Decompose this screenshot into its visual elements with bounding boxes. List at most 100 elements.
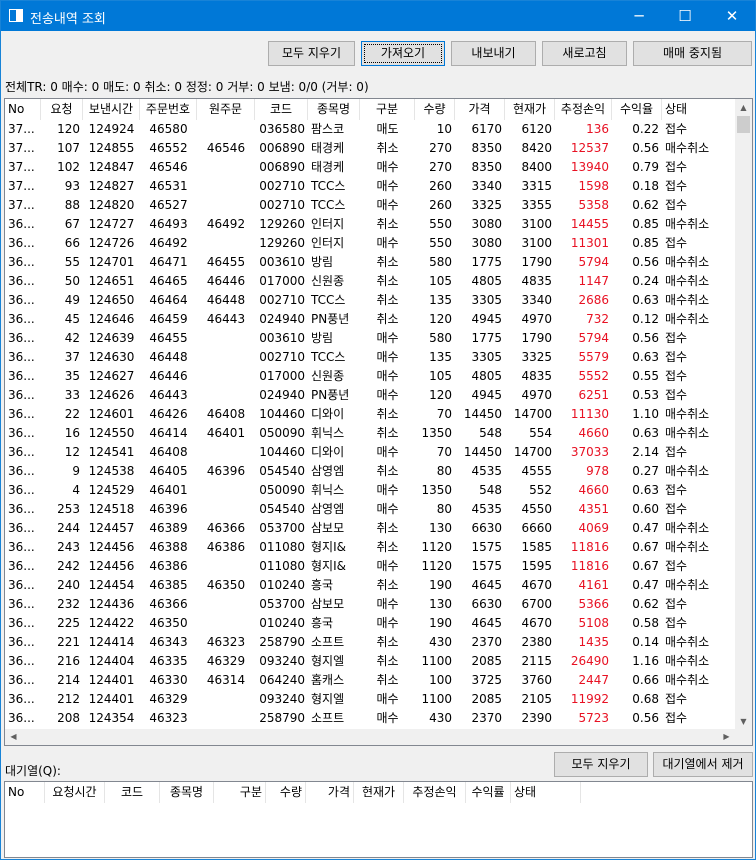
cell-request: 216 [57,654,80,668]
cell-status: 접수 [665,445,688,459]
col-header-sent-time[interactable]: 보낸시간 [83,99,140,120]
cell-status: 매수취소 [665,312,710,326]
cell-current-price: 3355 [521,198,552,212]
cell-qty: 105 [429,369,452,383]
cell-return-rate: 0.63 [632,293,659,307]
refresh-button[interactable]: 새로고침 [542,41,627,66]
clear-all-button[interactable]: 모두 지우기 [268,41,355,66]
queue-col-header-current-price[interactable]: 현재가 [354,782,404,803]
cell-no: 37... [8,141,35,155]
cell-no: 36... [8,540,35,554]
cell-request: 242 [57,559,80,573]
cell-return-rate: 1.16 [632,654,659,668]
cell-current-price: 8420 [521,141,552,155]
cell-price: 1775 [471,255,502,269]
cell-current-price: 1595 [521,559,552,573]
queue-col-header-request-time[interactable]: 요청시간 [45,782,105,803]
cell-stock-name: 신원종 [311,274,345,288]
cell-current-price: 4670 [521,616,552,630]
col-header-orig-order[interactable]: 원주문 [197,99,255,120]
cell-no: 36... [8,616,35,630]
col-header-no[interactable]: No [5,99,41,120]
fetch-button[interactable]: 가져오기 [361,41,445,66]
queue-col-header-stock-name[interactable]: 종목명 [160,782,214,803]
queue-col-header-no[interactable]: No [5,782,45,803]
cell-sent-time: 124538 [88,464,135,478]
scroll-right-icon[interactable]: ▶ [718,729,735,745]
col-header-status[interactable]: 상태 [662,99,738,120]
cell-type: 매수 [376,388,399,402]
cell-stock-name: 삼영엠 [311,502,345,516]
queue-col-header-code[interactable]: 코드 [105,782,160,803]
cell-est-pnl: 2686 [578,293,609,307]
cell-request: 66 [64,236,80,250]
cell-orig-order [197,158,255,177]
cell-order-no: 46385 [149,578,188,592]
col-header-qty[interactable]: 수량 [415,99,455,120]
cell-request: 102 [57,160,80,174]
cell-current-price: 552 [529,483,552,497]
cell-sent-time: 124855 [88,141,135,155]
cell-stock-name: TCC스 [311,179,346,193]
col-header-return-rate[interactable]: 수익율 [612,99,662,120]
cell-sent-time: 124456 [88,559,135,573]
col-header-stock-name[interactable]: 종목명 [308,99,360,120]
cell-sent-time: 124457 [88,521,135,535]
vertical-scrollbar[interactable]: ▲ ▼ [735,99,752,730]
queue-list[interactable]: No 요청시간 코드 종목명 구분 수량 가격 현재가 추정손익 수익률 상태 [4,781,753,858]
col-header-request[interactable]: 요청 [41,99,83,120]
cell-status: 매수취소 [665,464,710,478]
cell-no: 36... [8,559,35,573]
scroll-down-icon[interactable]: ▼ [735,713,752,730]
queue-remove-button[interactable]: 대기열에서 제거 [653,752,753,777]
col-header-order-no[interactable]: 주문번호 [140,99,197,120]
minimize-button[interactable]: ─ [616,1,662,31]
cell-stock-name: 소프트 [311,635,345,649]
col-header-price[interactable]: 가격 [455,99,505,120]
cell-sent-time: 124401 [88,673,135,687]
cell-type: 매수 [376,711,399,725]
cell-request: 50 [64,274,80,288]
cell-type: 매수 [376,597,399,611]
cell-no: 36... [8,502,35,516]
col-header-current-price[interactable]: 현재가 [505,99,555,120]
cell-request: 49 [64,293,80,307]
transmission-list[interactable]: No 요청 보낸시간 주문번호 원주문 코드 종목명 구분 수량 가격 현재가 추정손익 수익율 상태 3… [4,98,753,746]
cell-price: 3325 [471,198,502,212]
cell-type: 매수 [376,502,399,516]
cell-price: 2085 [471,692,502,706]
cell-type: 취소 [376,578,399,592]
cell-orig-order [197,557,255,576]
maximize-button[interactable]: ☐ [662,1,708,31]
scroll-up-icon[interactable]: ▲ [735,99,752,116]
close-button[interactable]: ✕ [709,1,755,31]
scroll-left-icon[interactable]: ◀ [5,729,22,745]
cell-code: 093240 [259,654,305,668]
queue-col-header-type[interactable]: 구분 [214,782,266,803]
title-bar[interactable]: 전송내역 조회 ─ ☐ ✕ [1,1,755,31]
col-header-est-pnl[interactable]: 추정손익 [555,99,612,120]
queue-clear-all-button[interactable]: 모두 지우기 [554,752,648,777]
queue-col-header-status[interactable]: 상태 [511,782,581,803]
trading-stopped-button[interactable]: 매매 중지됨 [633,41,752,66]
scroll-thumb[interactable] [737,116,750,133]
cell-return-rate: 0.79 [632,160,659,174]
col-header-code[interactable]: 코드 [255,99,308,120]
cell-stock-name: 방림 [311,255,334,269]
queue-col-header-price[interactable]: 가격 [306,782,354,803]
cell-sent-time: 124651 [88,274,135,288]
queue-col-header-qty[interactable]: 수량 [266,782,306,803]
cell-type: 매수 [376,483,399,497]
queue-col-header-est-pnl[interactable]: 추정손익 [404,782,466,803]
export-button[interactable]: 내보내기 [451,41,536,66]
cell-type: 취소 [376,540,399,554]
cell-est-pnl: 5794 [578,331,609,345]
cell-return-rate: 0.24 [632,274,659,288]
cell-return-rate: 2.14 [632,445,659,459]
col-header-type[interactable]: 구분 [360,99,415,120]
horizontal-scrollbar[interactable]: ◀ ▶ [5,729,752,745]
cell-no: 36... [8,445,35,459]
cell-type: 취소 [376,673,399,687]
queue-col-header-return-rate[interactable]: 수익률 [466,782,511,803]
cell-return-rate: 0.66 [632,673,659,687]
